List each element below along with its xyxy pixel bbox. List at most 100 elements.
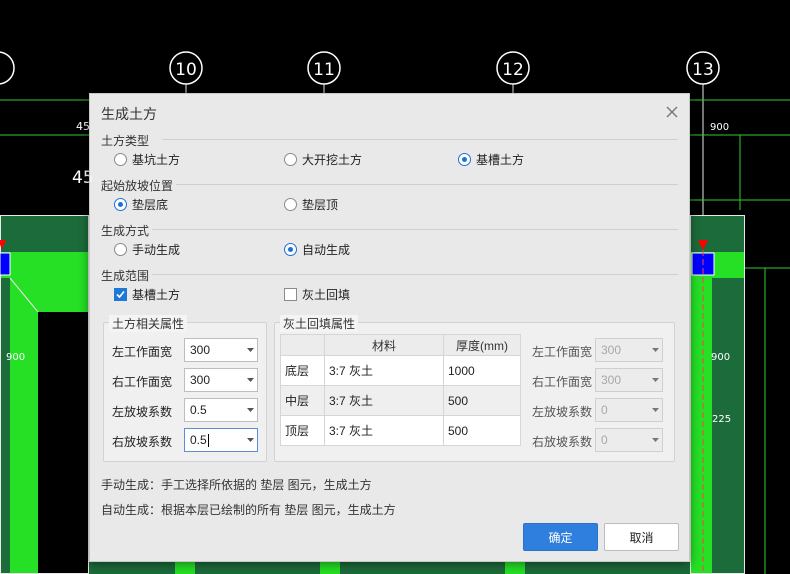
- dimension-text-45-small: 45: [76, 120, 90, 133]
- ok-button[interactable]: 确定: [523, 523, 598, 551]
- radio-indicator-selected: [458, 153, 471, 166]
- pit-left: [38, 312, 89, 574]
- section-divider: [176, 184, 678, 185]
- dimension-text-900-left: 900: [6, 352, 25, 363]
- radio-indicator: [114, 243, 127, 256]
- chevron-down-icon: [243, 429, 257, 451]
- column-marker-left: [0, 252, 11, 276]
- combo-value: 300: [190, 373, 211, 387]
- chevron-down-icon: [243, 369, 257, 391]
- cell-layer: 中层: [280, 385, 325, 416]
- close-icon: [666, 106, 678, 118]
- table-header-material: 材料: [324, 334, 444, 356]
- chevron-down-icon: [243, 399, 257, 421]
- combo-right-slope-coefficient[interactable]: 0.5: [184, 428, 258, 452]
- checkbox-trench-earthwork[interactable]: 基槽土方: [114, 286, 180, 303]
- section-title-generation-scope: 生成范围: [101, 269, 150, 283]
- combo-right-work-width[interactable]: 300: [184, 368, 258, 392]
- section-title-slope-start: 起始放坡位置: [101, 179, 174, 193]
- section-divider: [162, 139, 678, 140]
- chevron-down-icon: [243, 339, 257, 361]
- cell-material[interactable]: 3:7 灰土: [324, 355, 444, 386]
- close-button[interactable]: [662, 102, 682, 122]
- table-header-thickness: 厚度(mm): [443, 334, 521, 356]
- combo-left-work-width[interactable]: 300: [184, 338, 258, 362]
- checkbox-lime-soil-backfill[interactable]: 灰土回填: [284, 286, 350, 303]
- radio-label: 基槽土方: [476, 153, 525, 167]
- radio-indicator: [114, 153, 127, 166]
- table-row[interactable]: 中层 3:7 灰土 500: [280, 385, 521, 416]
- radio-pit-earthwork[interactable]: 基坑土方: [114, 151, 180, 168]
- note-auto-generate: 自动生成：根据本层已绘制的所有 垫层 图元，生成土方: [101, 503, 396, 517]
- checkbox-label: 基槽土方: [132, 288, 181, 302]
- radio-label: 基坑土方: [132, 153, 181, 167]
- label-left-work-width: 左工作面宽: [112, 345, 173, 359]
- cancel-button[interactable]: 取消: [604, 523, 679, 551]
- axis-label-12: 12: [502, 60, 524, 80]
- group-title-earthwork-properties: 土方相关属性: [109, 315, 188, 332]
- table-row[interactable]: 底层 3:7 灰土 1000: [280, 355, 521, 386]
- label-left-slope-coefficient: 左放坡系数: [112, 405, 173, 419]
- radio-manual-generate[interactable]: 手动生成: [114, 241, 180, 258]
- radio-cushion-top[interactable]: 垫层顶: [284, 196, 338, 213]
- chevron-down-icon: [648, 339, 662, 361]
- checkbox-indicator-checked: [114, 288, 127, 301]
- radio-cushion-bottom[interactable]: 垫层底: [114, 196, 168, 213]
- check-icon: [116, 290, 125, 299]
- radio-indicator-selected: [114, 198, 127, 211]
- combo-left-slope-coefficient[interactable]: 0.5: [184, 398, 258, 422]
- cell-material[interactable]: 3:7 灰土: [324, 385, 444, 416]
- footing-bottom-3: [505, 562, 525, 574]
- footing-bottom-1: [175, 562, 195, 574]
- radio-open-excavation[interactable]: 大开挖土方: [284, 151, 362, 168]
- radio-label: 手动生成: [132, 243, 181, 257]
- cell-thickness[interactable]: 500: [443, 385, 521, 416]
- cell-thickness[interactable]: 500: [443, 415, 521, 446]
- combo-backfill-right-slope-coefficient: 0: [595, 428, 663, 452]
- radio-indicator: [284, 198, 297, 211]
- radio-auto-generate[interactable]: 自动生成: [284, 241, 350, 258]
- combo-value: 0: [601, 433, 608, 447]
- radio-trench-earthwork[interactable]: 基槽土方: [458, 151, 524, 168]
- checkbox-indicator: [284, 288, 297, 301]
- backfill-table: 材料 厚度(mm) 底层 3:7 灰土 1000 中层 3:7 灰土 500 顶…: [280, 334, 521, 446]
- generate-earthwork-dialog: 生成土方 土方类型 基坑土方 大开挖土方 基槽土方 起始放坡位置 垫层底 垫层顶…: [89, 93, 690, 562]
- radio-indicator: [284, 153, 297, 166]
- cell-layer: 顶层: [280, 415, 325, 446]
- chevron-down-icon: [648, 429, 662, 451]
- axis-label-10: 10: [175, 60, 197, 80]
- cell-layer: 底层: [280, 355, 325, 386]
- label-backfill-right-slope-coefficient: 右放坡系数: [532, 435, 593, 449]
- combo-value: 0.5: [190, 403, 207, 417]
- combo-backfill-right-work-width: 300: [595, 368, 663, 392]
- chevron-down-icon: [648, 369, 662, 391]
- radio-label: 垫层底: [132, 198, 169, 212]
- section-title-generation-method: 生成方式: [101, 224, 150, 238]
- dimension-text-900-right: 900: [711, 352, 730, 363]
- label-backfill-left-work-width: 左工作面宽: [532, 345, 593, 359]
- combo-value: 300: [190, 343, 211, 357]
- chevron-down-icon: [648, 399, 662, 421]
- axis-label-13: 13: [692, 60, 714, 80]
- dimension-text-900-top: 900: [710, 122, 729, 133]
- cell-thickness[interactable]: 1000: [443, 355, 521, 386]
- table-header-row: 材料 厚度(mm): [280, 334, 521, 356]
- label-backfill-right-work-width: 右工作面宽: [532, 375, 593, 389]
- section-title-earthwork-type: 土方类型: [101, 134, 150, 148]
- axis-label-11: 11: [313, 60, 335, 80]
- footing-bottom-2: [320, 562, 340, 574]
- radio-label: 自动生成: [302, 243, 351, 257]
- text-caret: [207, 434, 209, 448]
- combo-value: 300: [601, 343, 622, 357]
- cell-material[interactable]: 3:7 灰土: [324, 415, 444, 446]
- beam-left: [0, 252, 89, 278]
- combo-value-editing: 0.5: [185, 433, 243, 448]
- group-title-backfill-properties: 灰土回填属性: [280, 315, 359, 332]
- dimension-text-225: 225: [712, 414, 731, 425]
- table-row[interactable]: 顶层 3:7 灰土 500: [280, 415, 521, 446]
- checkbox-label: 灰土回填: [302, 288, 351, 302]
- label-backfill-left-slope-coefficient: 左放坡系数: [532, 405, 593, 419]
- section-divider: [152, 229, 678, 230]
- radio-label: 大开挖土方: [302, 153, 363, 167]
- label-right-slope-coefficient: 右放坡系数: [112, 435, 173, 449]
